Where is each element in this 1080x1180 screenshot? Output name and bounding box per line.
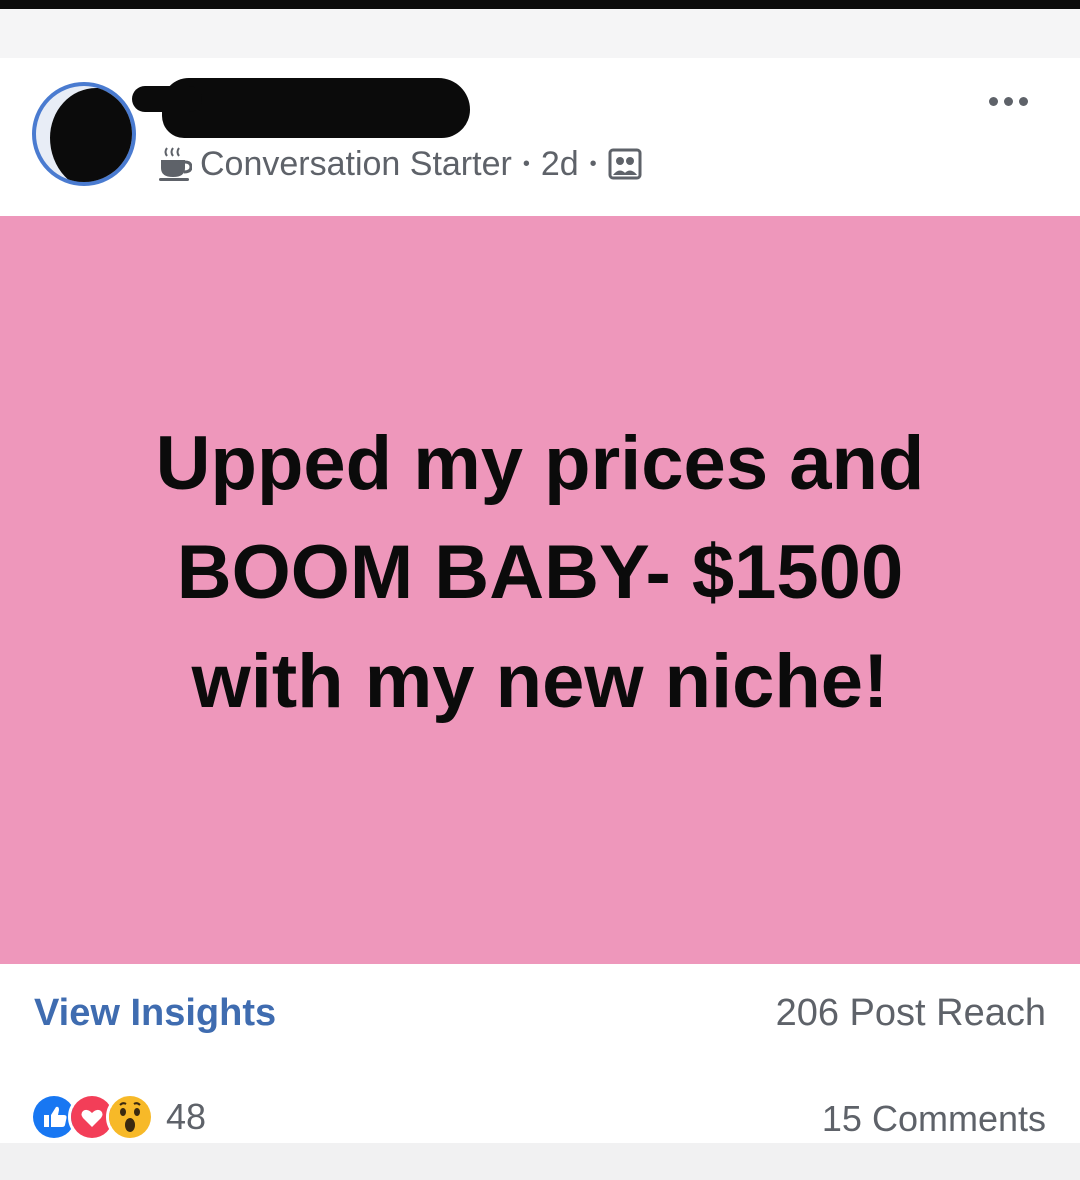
meta-separator: • [589, 152, 597, 175]
meta-separator: • [522, 152, 530, 175]
comments-count-link[interactable]: 15 Comments [822, 1098, 1046, 1140]
bottom-strip [0, 1143, 1080, 1180]
more-options-button[interactable] [978, 86, 1038, 116]
author-name-redaction [132, 78, 470, 138]
more-dot-icon [1003, 96, 1013, 106]
insights-row: View Insights 206 Post Reach [0, 964, 1080, 1052]
post-card: Conversation Starter • 2d • Upped my pri… [0, 58, 1080, 1143]
post-text-line: Upped my prices and [155, 420, 925, 506]
more-dot-icon [1018, 96, 1028, 106]
post-text-line: with my new niche! [191, 638, 889, 724]
group-audience-icon[interactable] [608, 147, 642, 181]
more-dot-icon [988, 96, 998, 106]
avatar-redaction [50, 88, 132, 182]
post-meta: Conversation Starter • 2d • [158, 142, 642, 186]
post-header: Conversation Starter • 2d • [0, 58, 1080, 216]
top-bar [0, 0, 1080, 9]
wow-icon [106, 1093, 154, 1141]
coffee-cup-icon [159, 147, 192, 181]
post-time[interactable]: 2d [541, 145, 579, 184]
post-reach-count: 206 Post Reach [775, 992, 1046, 1034]
post-text: Upped my prices and BOOM BABY- $1500 wit… [90, 409, 990, 736]
post-text-line: BOOM BABY- $1500 [176, 529, 904, 615]
group-badge-label[interactable]: Conversation Starter [200, 145, 512, 184]
post-content-background: Upped my prices and BOOM BABY- $1500 wit… [0, 216, 1080, 964]
reaction-summary[interactable]: 48 [30, 1093, 207, 1141]
reaction-count: 48 [166, 1096, 207, 1137]
view-insights-link[interactable]: View Insights [34, 992, 276, 1035]
avatar[interactable] [32, 82, 136, 186]
reactions-row: 48 15 Comments [0, 1082, 1080, 1142]
feed-gap [0, 9, 1080, 58]
